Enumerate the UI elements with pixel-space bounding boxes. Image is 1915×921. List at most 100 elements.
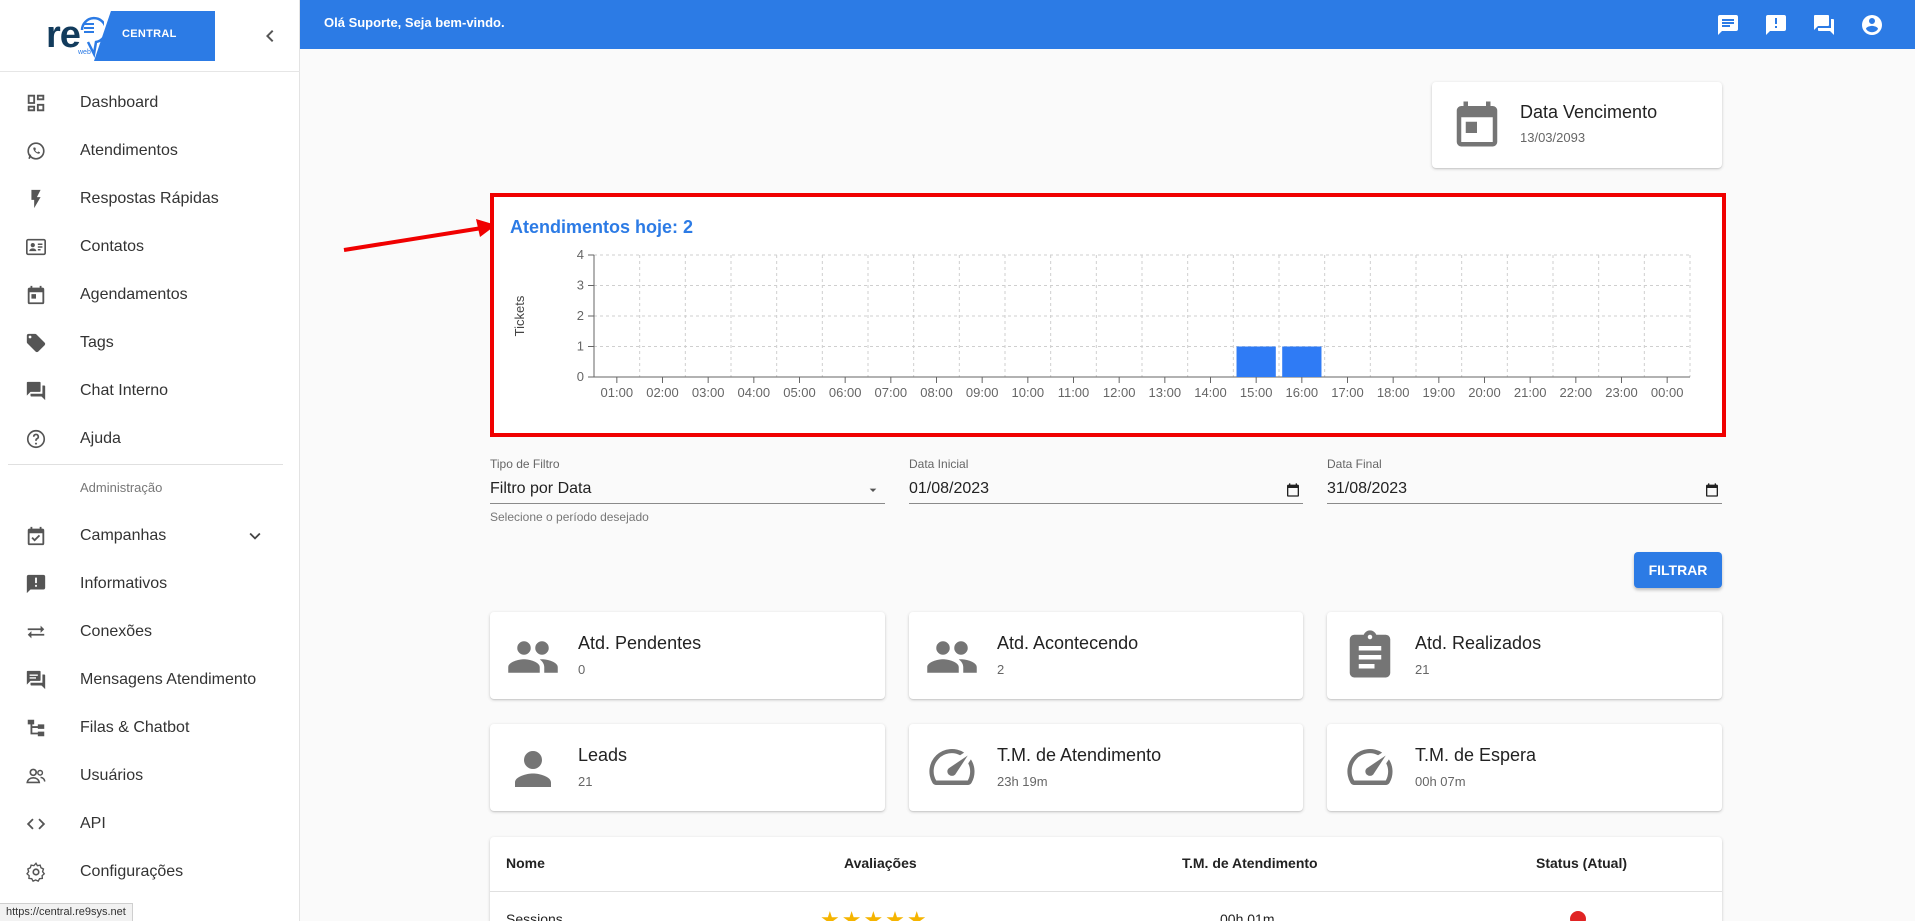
stat-card-tm-espera: T.M. de Espera 00h 07m	[1327, 724, 1722, 811]
sidebar-item-filas-chatbot[interactable]: Filas & Chatbot	[0, 704, 300, 752]
sidebar-item-label: Campanhas	[80, 527, 167, 544]
x-tick-label: 09:00	[966, 385, 999, 400]
chart-bar	[1282, 346, 1322, 377]
filter-type-value: Filtro por Data	[490, 480, 592, 497]
y-axis-label: Tickets	[512, 295, 527, 336]
x-tick-label: 16:00	[1286, 385, 1319, 400]
chart-bar	[1236, 346, 1276, 377]
forum-icon[interactable]	[1812, 13, 1836, 37]
code-icon	[24, 812, 48, 836]
sidebar-item-mensagens-atendimento[interactable]: Mensagens Atendimento	[0, 656, 300, 704]
dashboard-icon	[24, 91, 48, 115]
start-date-input[interactable]: 01/08/2023	[909, 474, 1303, 504]
account-tree-icon	[24, 716, 48, 740]
y-tick-label: 4	[577, 247, 584, 262]
calendar-icon	[24, 283, 48, 307]
stat-title: T.M. de Espera	[1415, 745, 1537, 765]
settings-gear-icon	[24, 860, 48, 884]
y-tick-label: 1	[577, 339, 584, 354]
calendar-icon	[1456, 101, 1498, 147]
sidebar-item-label: Dashboard	[80, 94, 159, 111]
y-tick-label: 0	[577, 369, 584, 384]
sidebar-item-api[interactable]: API	[0, 800, 300, 848]
annotation-arrow	[343, 219, 496, 252]
filter-type-label: Tipo de Filtro	[490, 457, 560, 471]
due-date-card: Data Vencimento 13/03/2093	[1432, 82, 1722, 168]
stat-title: Atd. Realizados	[1415, 633, 1542, 653]
sidebar-item-tags[interactable]: Tags	[0, 319, 300, 367]
x-tick-label: 23:00	[1605, 385, 1638, 400]
x-tick-label: 04:00	[738, 385, 771, 400]
logo-subtext: web	[78, 49, 91, 56]
clipboard-icon	[1349, 630, 1391, 678]
sidebar-item-configuracoes[interactable]: Configurações	[0, 848, 300, 896]
sidebar-item-respostas-rapidas[interactable]: Respostas Rápidas	[0, 175, 300, 223]
due-date-value: 13/03/2093	[1520, 130, 1586, 145]
chevron-left-icon[interactable]	[258, 24, 282, 48]
sidebar-item-label: Filas & Chatbot	[80, 719, 190, 736]
sidebar-item-label: Tags	[80, 334, 114, 351]
app-root: re web CENTRAL Dashboard Atendimentos Re…	[0, 0, 1915, 921]
account-circle-icon[interactable]	[1860, 13, 1884, 37]
x-tick-label: 21:00	[1514, 385, 1547, 400]
x-tick-label: 05:00	[783, 385, 816, 400]
x-tick-label: 17:00	[1331, 385, 1364, 400]
x-tick-label: 06:00	[829, 385, 862, 400]
x-tick-label: 19:00	[1423, 385, 1456, 400]
sidebar-item-campanhas[interactable]: Campanhas	[0, 512, 300, 560]
table-divider	[490, 891, 1722, 892]
chevron-down-icon[interactable]	[244, 525, 266, 547]
sidebar-item-atendimentos[interactable]: Atendimentos	[0, 127, 300, 175]
x-tick-label: 00:00	[1651, 385, 1684, 400]
sidebar-item-label: Chat Interno	[80, 382, 169, 399]
sidebar-item-agendamentos[interactable]: Agendamentos	[0, 271, 300, 319]
rating-stars: ★★★★★	[820, 907, 929, 921]
event-check-icon	[24, 524, 48, 548]
chat-icon[interactable]	[1716, 13, 1740, 37]
end-date-label: Data Final	[1327, 457, 1382, 471]
filter-button[interactable]: FILTRAR	[1634, 552, 1722, 588]
sidebar-item-chat-interno[interactable]: Chat Interno	[0, 367, 300, 415]
x-tick-label: 01:00	[601, 385, 634, 400]
stat-card-acontecendo: Atd. Acontecendo 2	[909, 612, 1303, 699]
sidebar-item-usuarios[interactable]: Usuários	[0, 752, 300, 800]
sidebar-item-label: Usuários	[80, 767, 144, 784]
dropdown-arrow-icon	[869, 488, 877, 492]
group-icon	[927, 641, 977, 673]
table-header-status: Status (Atual)	[1536, 855, 1627, 871]
sidebar-item-dashboard[interactable]: Dashboard	[0, 79, 300, 127]
filter-type-select[interactable]: Filtro por Data	[490, 474, 885, 504]
speedometer-icon	[929, 748, 975, 785]
end-date-input[interactable]: 31/08/2023	[1327, 474, 1722, 504]
contact-card-icon	[24, 235, 48, 259]
calendar-picker-icon[interactable]	[1704, 482, 1720, 498]
announcement-icon[interactable]	[1764, 13, 1788, 37]
sidebar-item-conexoes[interactable]: Conexões	[0, 608, 300, 656]
sidebar-item-ajuda[interactable]: Ajuda	[0, 415, 300, 463]
table-cell-tm: 00h 01m	[1220, 911, 1275, 921]
x-tick-label: 11:00	[1058, 385, 1090, 400]
end-date-value: 31/08/2023	[1327, 480, 1408, 497]
x-tick-label: 20:00	[1468, 385, 1501, 400]
x-tick-label: 15:00	[1240, 385, 1273, 400]
chart-title: Atendimentos hoje: 2	[510, 217, 694, 237]
sidebar-item-label: Agendamentos	[80, 286, 188, 303]
y-tick-label: 2	[577, 308, 584, 323]
sidebar-item-label: Atendimentos	[80, 142, 178, 159]
speedometer-icon	[1347, 748, 1393, 785]
sidebar-item-contatos[interactable]: Contatos	[0, 223, 300, 271]
start-date-value: 01/08/2023	[909, 480, 990, 497]
people-icon	[24, 764, 48, 788]
status-error-icon	[1570, 911, 1586, 921]
y-tick-label: 3	[577, 278, 584, 293]
sidebar-item-informativos[interactable]: Informativos	[0, 560, 300, 608]
calendar-picker-icon[interactable]	[1285, 482, 1301, 498]
stat-title: Leads	[578, 745, 628, 765]
sidebar-item-label: Respostas Rápidas	[80, 190, 219, 207]
x-tick-label: 14:00	[1194, 385, 1227, 400]
start-date-label: Data Inicial	[909, 457, 969, 471]
message-stack-icon	[24, 668, 48, 692]
logo-text: re	[46, 14, 81, 56]
stat-value: 00h 07m	[1415, 774, 1466, 789]
swap-arrows-icon	[24, 620, 48, 644]
